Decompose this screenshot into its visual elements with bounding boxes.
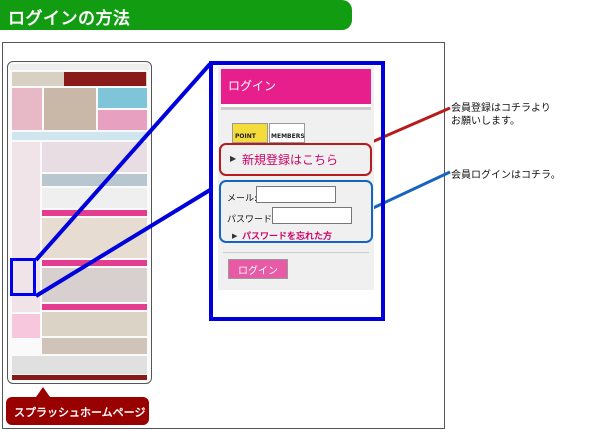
zoom-highlight-frame	[209, 61, 385, 321]
login-note: 会員ログインはコチラ。	[451, 170, 561, 181]
register-note: 会員登録はコチラより お願いします。	[451, 103, 551, 127]
